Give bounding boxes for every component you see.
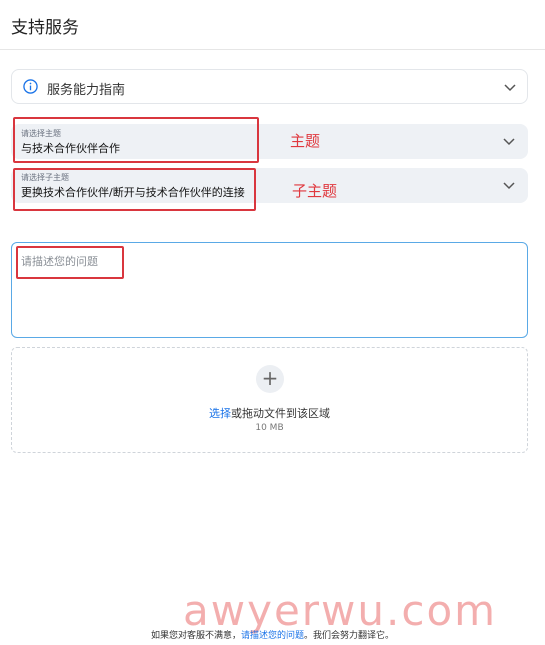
chevron-down-icon <box>503 182 515 190</box>
file-size-limit: 10 MB <box>255 423 284 433</box>
topic-select-label: 请选择主题 <box>21 129 61 138</box>
subtopic-select[interactable]: 请选择子主题 更换技术合作伙伴/断开与技术合作伙伴的连接 <box>11 168 528 203</box>
footer-suffix: 。我们会努力翻译它。 <box>304 631 395 641</box>
plus-icon[interactable]: + <box>256 365 284 393</box>
topic-select-value: 与技术合作伙伴合作 <box>21 142 120 155</box>
footer-note: 如果您对客服不满意，请描述您的问题。我们会努力翻译它。 <box>0 628 545 641</box>
select-file-link[interactable]: 选择 <box>209 407 231 420</box>
page-title: 支持服务 <box>11 18 79 38</box>
description-input[interactable] <box>11 242 528 338</box>
subtopic-select-value: 更换技术合作伙伴/断开与技术合作伙伴的连接 <box>21 186 245 199</box>
topic-select[interactable]: 请选择主题 与技术合作伙伴合作 <box>11 124 528 159</box>
chevron-down-icon <box>503 138 515 146</box>
file-dropzone[interactable]: + 选择或拖动文件到该区域 10 MB <box>11 347 528 453</box>
footer-prefix: 如果您对客服不满意， <box>150 631 241 641</box>
dropzone-text: 选择或拖动文件到该区域 <box>12 405 527 421</box>
service-guide-accordion[interactable]: 服务能力指南 <box>11 69 528 104</box>
footer-feedback-link[interactable]: 请描述您的问题 <box>241 631 304 641</box>
topic-annotation: 主题 <box>290 132 321 150</box>
subtopic-select-label: 请选择子主题 <box>21 173 69 182</box>
info-icon <box>23 79 38 94</box>
dropzone-instructions: 或拖动文件到该区域 <box>231 407 330 420</box>
service-guide-label: 服务能力指南 <box>47 83 126 98</box>
page-header: 支持服务 <box>0 0 545 50</box>
subtopic-annotation: 子主题 <box>292 182 338 200</box>
chevron-down-icon <box>504 84 516 92</box>
